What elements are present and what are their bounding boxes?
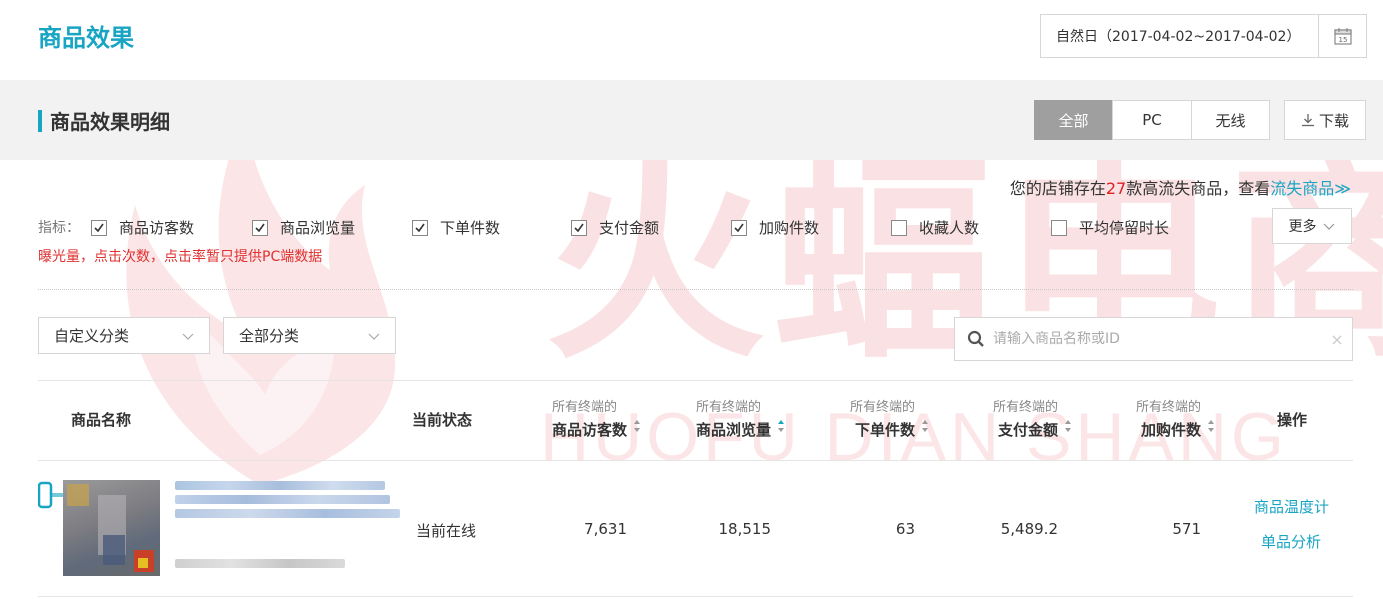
row-status: 当前在线 xyxy=(416,522,477,540)
col-header-pay-amount[interactable]: 所有终端的 支付金额 xyxy=(992,398,1071,442)
checkbox-cart-items[interactable]: 加购件数 xyxy=(731,217,819,238)
single-item-analysis-link[interactable]: 单品分析 xyxy=(1261,531,1321,552)
svg-text:15: 15 xyxy=(1338,36,1347,44)
product-thermometer-link[interactable]: 商品温度计 xyxy=(1254,496,1329,517)
row-cart-items: 571 xyxy=(1172,520,1201,538)
chevron-down-icon xyxy=(368,333,380,340)
col-header-order-items[interactable]: 所有终端的 下单件数 xyxy=(849,398,928,442)
col-header-prefix: 所有终端的 xyxy=(1135,400,1201,415)
checkbox-label: 商品访客数 xyxy=(119,219,195,237)
col-header-label: 支付金额 xyxy=(997,421,1058,439)
product-thumbnail[interactable] xyxy=(63,480,160,576)
notice-count: 27 xyxy=(1105,179,1127,198)
clear-icon[interactable]: × xyxy=(1322,330,1352,349)
checkbox-label: 商品浏览量 xyxy=(280,219,356,237)
sort-icon[interactable] xyxy=(921,418,929,434)
checkbox-unchecked-icon[interactable] xyxy=(1051,219,1067,236)
col-header-prefix: 所有终端的 xyxy=(695,400,761,415)
checkbox-checked-icon[interactable] xyxy=(252,219,268,236)
checkbox-avg-stay[interactable]: 平均停留时长 xyxy=(1051,217,1169,238)
col-header-visitors[interactable]: 所有终端的 商品访客数 xyxy=(551,398,640,442)
calendar-icon[interactable]: 15 xyxy=(1318,15,1366,57)
tab-wireless[interactable]: 无线 xyxy=(1191,100,1270,140)
sort-icon[interactable] xyxy=(1064,418,1072,434)
col-header-label: 商品浏览量 xyxy=(695,421,771,439)
checkbox-label: 下单件数 xyxy=(440,219,501,237)
page-title: 商品效果 xyxy=(38,24,134,52)
tab-pc[interactable]: PC xyxy=(1112,100,1192,140)
terminal-tabs: 全部 PC 无线 xyxy=(1034,100,1270,140)
chevron-down-icon xyxy=(1323,223,1334,230)
sort-icon[interactable] xyxy=(777,418,785,434)
checkbox-checked-icon[interactable] xyxy=(731,219,747,236)
chevron-down-icon xyxy=(182,333,194,340)
tab-all[interactable]: 全部 xyxy=(1034,100,1113,140)
col-header-pageviews[interactable]: 所有终端的 商品浏览量 xyxy=(695,398,784,442)
date-range-text: 自然日（2017-04-02~2017-04-02） xyxy=(1056,29,1301,45)
section-title: 商品效果明细 xyxy=(38,106,170,135)
download-label: 下载 xyxy=(1318,111,1349,130)
checkbox-checked-icon[interactable] xyxy=(91,219,107,236)
col-header-ops: 操作 xyxy=(1277,411,1308,429)
search-icon xyxy=(967,330,985,348)
table-header-border xyxy=(38,460,1353,461)
checkbox-label: 收藏人数 xyxy=(919,219,980,237)
checkbox-pay-amount[interactable]: 支付金额 xyxy=(571,217,659,238)
row-pay-amount: 5,489.2 xyxy=(1000,520,1058,538)
select-value: 自定义分类 xyxy=(54,327,130,345)
indicator-note: 曝光量，点击次数，点击率暂只提供PC端数据 xyxy=(38,249,323,265)
sort-icon[interactable] xyxy=(633,418,641,434)
checkbox-pageviews[interactable]: 商品浏览量 xyxy=(252,217,355,238)
table-top-border xyxy=(38,380,1353,381)
sort-icon[interactable] xyxy=(1207,418,1215,434)
notice-middle: 款高流失商品，查看 xyxy=(1126,179,1271,198)
section-title-marker xyxy=(38,109,42,132)
col-header-prefix: 所有终端的 xyxy=(849,400,915,415)
checkbox-label: 支付金额 xyxy=(599,219,660,237)
checkbox-visitors[interactable]: 商品访客数 xyxy=(91,217,194,238)
checkbox-label: 平均停留时长 xyxy=(1079,219,1170,237)
col-header-cart-items[interactable]: 所有终端的 加购件数 xyxy=(1135,398,1214,442)
row-visitors: 7,631 xyxy=(584,520,627,538)
table-row-border xyxy=(38,596,1353,597)
checkbox-label: 加购件数 xyxy=(759,219,820,237)
more-indicators-button[interactable]: 更多 xyxy=(1272,208,1352,244)
lost-items-link[interactable]: 流失商品≫ xyxy=(1270,179,1351,198)
select-value: 全部分类 xyxy=(239,327,300,345)
col-header-label: 加购件数 xyxy=(1140,421,1201,439)
col-header-name: 商品名称 xyxy=(71,411,132,429)
checkbox-unchecked-icon[interactable] xyxy=(891,219,907,236)
indicator-label: 指标： xyxy=(38,220,80,236)
download-button[interactable]: 下载 xyxy=(1284,100,1366,140)
col-header-label: 下单件数 xyxy=(854,421,915,439)
download-icon xyxy=(1301,114,1314,127)
lost-items-notice: 您的店铺存在27款高流失商品，查看流失商品≫ xyxy=(1010,175,1351,199)
date-picker[interactable]: 自然日（2017-04-02~2017-04-02） 15 xyxy=(1040,14,1367,58)
product-search[interactable]: × xyxy=(954,317,1353,361)
divider xyxy=(38,289,1353,290)
all-category-select[interactable]: 全部分类 xyxy=(223,317,396,354)
col-header-prefix: 所有终端的 xyxy=(551,400,617,415)
pc-device-icon xyxy=(38,481,63,509)
col-header-prefix: 所有终端的 xyxy=(992,400,1058,415)
row-pageviews: 18,515 xyxy=(718,520,772,538)
checkbox-order-items[interactable]: 下单件数 xyxy=(412,217,500,238)
notice-prefix: 您的店铺存在 xyxy=(1009,179,1106,198)
checkbox-checked-icon[interactable] xyxy=(571,219,587,236)
more-label: 更多 xyxy=(1288,219,1317,235)
col-header-label: 商品访客数 xyxy=(551,421,627,439)
section-title-text: 商品效果明细 xyxy=(50,110,170,134)
row-order-items: 63 xyxy=(895,520,915,538)
checkbox-favorites[interactable]: 收藏人数 xyxy=(891,217,979,238)
custom-category-select[interactable]: 自定义分类 xyxy=(38,317,210,354)
checkbox-checked-icon[interactable] xyxy=(412,219,428,236)
col-header-status: 当前状态 xyxy=(412,411,473,429)
search-input[interactable] xyxy=(993,331,1322,347)
